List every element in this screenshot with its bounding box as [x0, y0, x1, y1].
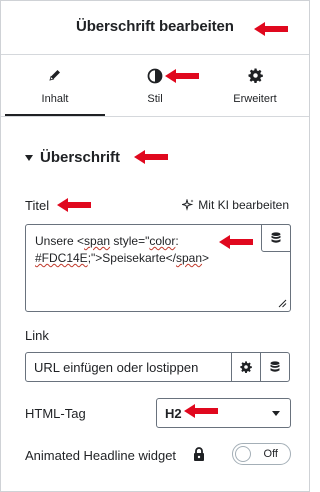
section-title: Überschrift	[40, 149, 121, 166]
html-tag-value: H2	[165, 406, 182, 421]
gear-icon	[205, 68, 305, 84]
database-icon	[271, 232, 281, 243]
panel-header: Überschrift bearbeiten	[1, 1, 309, 55]
html-tag-select[interactable]: H2	[156, 398, 291, 428]
red-arrow-annotation	[184, 404, 218, 418]
link-options-button[interactable]	[231, 352, 261, 382]
tab-style[interactable]: Stil	[105, 55, 205, 116]
red-arrow-annotation	[254, 22, 288, 36]
editor-panel: Überschrift bearbeiten Inhalt Stil Erwei…	[0, 0, 310, 492]
ai-edit-label: Mit KI bearbeiten	[198, 198, 289, 212]
title-label: Titel	[25, 198, 50, 213]
resize-handle-icon[interactable]	[277, 298, 287, 308]
tab-content[interactable]: Inhalt	[5, 55, 105, 116]
tab-label: Stil	[147, 93, 163, 105]
gear-icon	[240, 361, 252, 373]
toggle-knob	[235, 446, 251, 462]
animated-headline-label: Animated Headline widget	[25, 448, 177, 463]
dynamic-tags-button[interactable]	[261, 224, 291, 252]
animated-headline-toggle[interactable]: Off	[232, 443, 291, 465]
link-dynamic-tags-button[interactable]	[260, 352, 290, 382]
chevron-down-icon	[272, 411, 280, 416]
lock-icon	[194, 447, 204, 461]
red-arrow-annotation	[57, 198, 91, 212]
tab-bar: Inhalt Stil Erweitert	[1, 55, 309, 117]
link-label: Link	[25, 328, 49, 343]
sparkle-icon	[182, 199, 194, 211]
section-toggle[interactable]: Überschrift	[25, 149, 120, 166]
red-arrow-annotation	[219, 235, 253, 249]
tab-label: Inhalt	[41, 93, 69, 105]
panel-title: Überschrift bearbeiten	[76, 18, 234, 35]
database-icon	[270, 361, 280, 372]
toggle-state: Off	[263, 448, 278, 460]
caret-down-icon	[25, 154, 33, 161]
url-input[interactable]: URL einfügen oder lostippen	[25, 352, 232, 382]
tab-label: Erweitert	[233, 93, 277, 105]
ai-edit-link[interactable]: Mit KI bearbeiten	[182, 198, 289, 212]
pencil-icon	[5, 68, 105, 84]
html-tag-label: HTML-Tag	[25, 406, 86, 421]
red-arrow-annotation	[134, 150, 168, 164]
tab-advanced[interactable]: Erweitert	[205, 55, 305, 116]
red-arrow-annotation	[165, 69, 199, 83]
